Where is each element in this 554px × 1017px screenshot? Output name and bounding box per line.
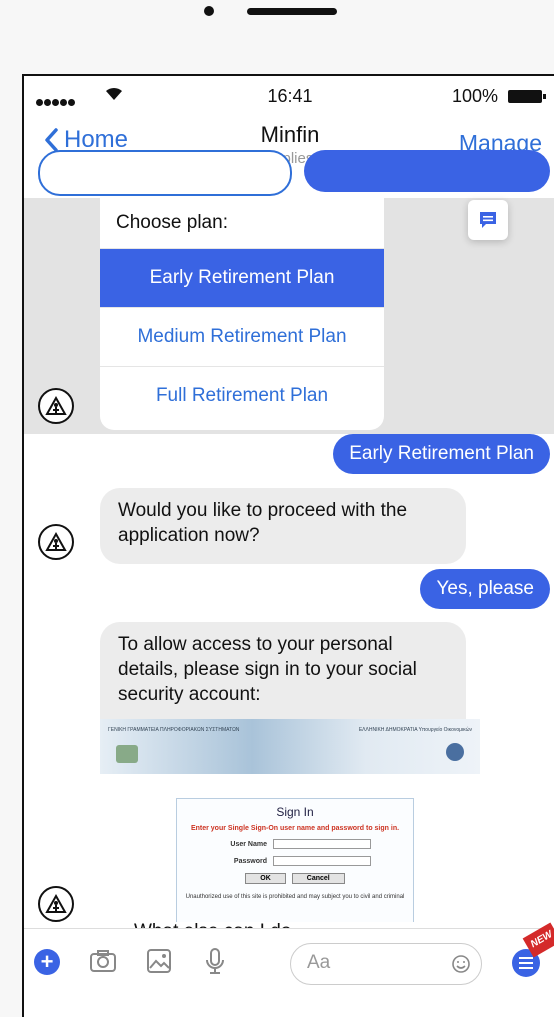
microphone-icon[interactable] — [200, 946, 230, 976]
plan-card-title: Choose plan: — [100, 198, 384, 249]
password-row: Password — [177, 856, 413, 866]
building-logo-icon — [116, 745, 138, 763]
quick-reply-button[interactable] — [38, 150, 292, 196]
battery-icon — [508, 90, 546, 103]
preview-header-right: ΕΛΛΗΝΙΚΗ ΔΗΜΟΚΡΑΤΙΑ Υπουργείο Οικονομικώ… — [358, 727, 472, 733]
plan-option-early[interactable]: Early Retirement Plan — [100, 249, 384, 308]
phone-frame: 16:41 100% Home Minfin Typically replies… — [0, 0, 554, 1017]
quick-reply-button-selected[interactable] — [304, 150, 550, 192]
camera-icon[interactable] — [88, 946, 118, 976]
username-row: User Name — [177, 839, 413, 849]
user-message: Yes, please — [420, 569, 550, 609]
username-label: User Name — [230, 840, 267, 848]
signin-preview-body: Sign In Enter your Single Sign-On user n… — [100, 774, 480, 922]
signin-buttons: OK Cancel — [177, 873, 413, 884]
bot-avatar — [38, 524, 74, 560]
signin-preview-header: ΓΕΝΙΚΗ ΓΡΑΜΜΑΤΕΙΑ ΠΛΗΡΟΦΟΡΙΑΚΩΝ ΣΥΣΤΗΜΑΤ… — [100, 719, 480, 774]
chat-icon[interactable] — [468, 200, 508, 240]
cancel-button: Cancel — [291, 873, 345, 884]
preview-header-left: ΓΕΝΙΚΗ ΓΡΑΜΜΑΤΕΙΑ ΠΛΗΡΟΦΟΡΙΑΚΩΝ ΣΥΣΤΗΜΑΤ… — [108, 727, 240, 733]
username-field — [273, 839, 371, 849]
plan-card: Choose plan: Early Retirement Plan Mediu… — [100, 198, 384, 430]
password-field — [273, 856, 371, 866]
image-icon[interactable] — [144, 946, 174, 976]
signin-instructions: Enter your Single Sign-On user name and … — [190, 825, 400, 832]
bot-message: Would you like to proceed with the appli… — [100, 488, 466, 564]
bot-logo-icon — [45, 395, 67, 415]
password-label: Password — [233, 857, 267, 865]
status-bar: 16:41 100% — [24, 76, 554, 116]
plan-option-full[interactable]: Full Retirement Plan — [100, 367, 384, 425]
camera — [204, 6, 214, 16]
signin-warning: Unauthorized use of this site is prohibi… — [185, 894, 405, 900]
message-input[interactable]: Aa — [290, 943, 482, 985]
signin-preview-image[interactable]: ΓΕΝΙΚΗ ΓΡΑΜΜΑΤΕΙΑ ΠΛΗΡΟΦΟΡΙΑΚΩΝ ΣΥΣΤΗΜΑΤ… — [100, 719, 480, 922]
ok-button: OK — [245, 873, 286, 884]
signin-form: Sign In Enter your Single Sign-On user n… — [176, 798, 414, 922]
signin-title: Sign In — [276, 805, 314, 819]
speaker — [247, 8, 337, 15]
emoji-icon[interactable] — [451, 954, 471, 974]
message-placeholder: Aa — [307, 952, 331, 973]
greek-emblem-icon — [446, 743, 464, 761]
bot-avatar — [38, 886, 74, 922]
battery-percent: 100% — [451, 86, 498, 106]
plus-icon[interactable]: + — [34, 949, 60, 975]
bot-logo-icon — [45, 531, 67, 551]
composer-bar: + Aa NEW — [24, 922, 554, 1017]
bot-logo-icon — [45, 893, 67, 913]
bot-avatar — [38, 388, 74, 424]
user-message: Early Retirement Plan — [333, 434, 550, 474]
plan-option-medium[interactable]: Medium Retirement Plan — [100, 308, 384, 367]
screen: 16:41 100% Home Minfin Typically replies… — [22, 74, 554, 1017]
